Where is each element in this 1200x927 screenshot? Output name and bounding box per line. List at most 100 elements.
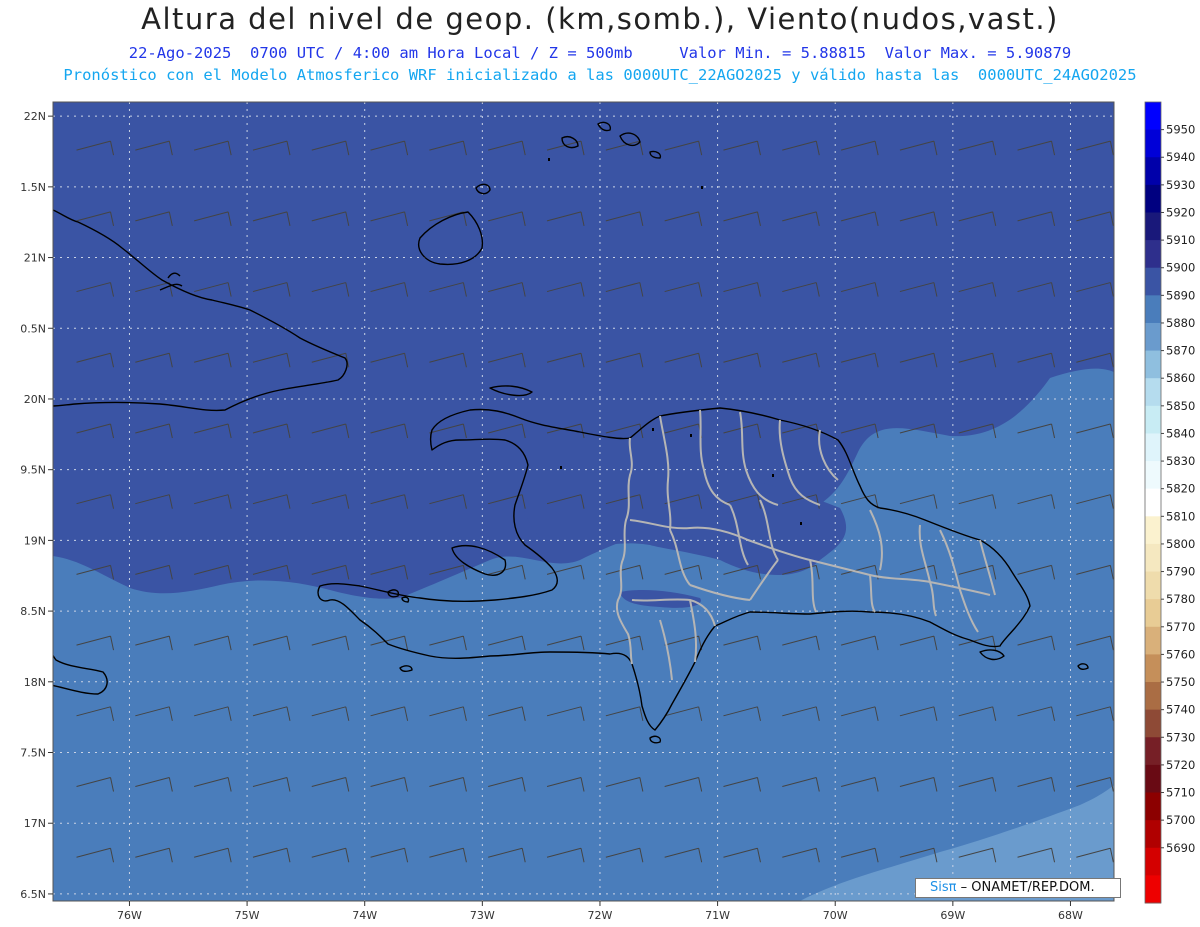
- colorbar-label: 5930: [1166, 178, 1195, 192]
- lon-tick-label: 74W: [352, 909, 377, 922]
- sispi-logo-text: Sisπ: [930, 880, 957, 895]
- lat-tick-label: 0.5N: [20, 322, 46, 335]
- colorbar-label: 5860: [1166, 371, 1195, 385]
- colorbar-swatch: [1145, 240, 1161, 269]
- colorbar-swatch: [1145, 488, 1161, 517]
- colorbar-swatch: [1145, 764, 1161, 794]
- colorbar-swatch: [1145, 792, 1161, 821]
- colorbar-swatch: [1145, 350, 1161, 379]
- colorbar-label: 5700: [1166, 813, 1195, 827]
- colorbar-label: 5810: [1166, 509, 1195, 523]
- credit-text: – ONAMET/REP.DOM.: [956, 880, 1095, 895]
- colorbar-label: 5910: [1166, 233, 1195, 247]
- wind-barb: [1018, 919, 1055, 927]
- colorbar-swatch: [1145, 682, 1161, 711]
- colorbar-swatch: [1145, 129, 1161, 158]
- colorbar-swatch: [1145, 599, 1161, 628]
- colorbar-label: 5800: [1166, 537, 1195, 551]
- colorbar-label: 5790: [1166, 565, 1195, 579]
- colorbar-swatch: [1145, 405, 1161, 434]
- colorbar-label: 5900: [1166, 261, 1195, 275]
- wind-barb-shaft: [77, 919, 114, 927]
- lon-tick-label: 73W: [470, 909, 495, 922]
- colorbar-swatch: [1145, 516, 1161, 545]
- lat-tick-label: 9.5N: [20, 464, 46, 477]
- isla-juventud-coastline: [53, 211, 54, 212]
- colorbar-label: 5710: [1166, 786, 1195, 800]
- wind-barb: [547, 919, 584, 927]
- map-plot-area: [53, 102, 1114, 927]
- lat-tick-label: 21N: [24, 252, 46, 265]
- colorbar-swatch: [1145, 295, 1161, 324]
- colorbar-label: 5690: [1166, 841, 1195, 855]
- wind-barb-shaft: [900, 919, 937, 927]
- colorbar-label: 5890: [1166, 288, 1195, 302]
- colorbar-label: 5730: [1166, 730, 1195, 744]
- colorbar-label: 5870: [1166, 344, 1195, 358]
- colorbar-swatch: [1145, 820, 1161, 849]
- colorbar-swatch: [1145, 543, 1161, 573]
- forecast-map: 22N 1.5N 21N 0.5N 20N 9.5N 19N 8.5N 18N 7.5N 17N 6.…: [20, 101, 1195, 927]
- colorbar-label: 5880: [1166, 316, 1195, 330]
- wind-barb-shaft: [194, 919, 231, 927]
- wind-barb: [429, 919, 466, 927]
- wind-barb-shaft: [547, 919, 584, 927]
- lat-tick-label: 18N: [24, 676, 46, 689]
- wind-barb: [782, 919, 819, 927]
- colorbar-swatch: [1145, 709, 1161, 738]
- colorbar-label: 5920: [1166, 205, 1195, 219]
- colorbar: 5950 5940 5930 5920 5910 5900 5890 5880 5870 5860…: [1144, 101, 1195, 904]
- lon-tick-label: 76W: [117, 909, 142, 922]
- colorbar-label: 5780: [1166, 592, 1195, 606]
- wind-barb-shaft: [1018, 919, 1055, 927]
- colorbar-swatch: [1145, 184, 1161, 213]
- lon-tick-label: 69W: [940, 909, 965, 922]
- lat-tick-label: 19N: [24, 534, 46, 547]
- colorbar-label: 5770: [1166, 620, 1195, 634]
- colorbar-swatch: [1145, 654, 1161, 683]
- colorbar-swatch: [1145, 378, 1161, 407]
- colorbar-swatch: [1145, 461, 1161, 490]
- lat-tick-label: 7.5N: [20, 747, 46, 760]
- lon-tick-label: 72W: [588, 909, 613, 922]
- colorbar-label: 5840: [1166, 426, 1195, 440]
- colorbar-label: 5740: [1166, 703, 1195, 717]
- colorbar-swatch: [1145, 157, 1161, 186]
- colorbar-swatch: [1145, 875, 1161, 904]
- colorbar-label: 5720: [1166, 758, 1195, 772]
- colorbar-label: 5850: [1166, 399, 1195, 413]
- colorbar-swatch: [1145, 847, 1161, 876]
- colorbar-swatch: [1145, 322, 1161, 352]
- colorbar-label: 5830: [1166, 454, 1195, 468]
- colorbar-swatch: [1145, 433, 1161, 462]
- lon-tick-label: 71W: [705, 909, 730, 922]
- wind-barb: [77, 919, 114, 927]
- lat-tick-label: 17N: [24, 817, 46, 830]
- lat-tick-label: 6.5N: [20, 888, 46, 901]
- colorbar-label: 5950: [1166, 123, 1195, 137]
- wind-barb: [665, 919, 702, 927]
- colorbar-label: 5820: [1166, 482, 1195, 496]
- lon-tick-label: 68W: [1058, 909, 1083, 922]
- wind-barb: [312, 919, 349, 927]
- wind-barb: [900, 919, 937, 927]
- lon-tick-label: 70W: [823, 909, 848, 922]
- colorbar-swatch: [1145, 626, 1161, 655]
- wind-barb-shaft: [665, 919, 702, 927]
- lat-tick-label: 1.5N: [20, 181, 46, 194]
- lat-tick-label: 8.5N: [20, 605, 46, 618]
- wind-barb-shaft: [312, 919, 349, 927]
- wind-barb-shaft: [429, 919, 466, 927]
- colorbar-swatch: [1145, 737, 1161, 766]
- wind-barb: [194, 919, 231, 927]
- lon-tick-label: 75W: [235, 909, 260, 922]
- credit-box: Sisπ – ONAMET/REP.DOM.: [915, 878, 1121, 898]
- colorbar-label: 5940: [1166, 150, 1195, 164]
- lat-tick-label: 20N: [24, 393, 46, 406]
- lat-tick-label: 22N: [24, 110, 46, 123]
- colorbar-swatch: [1145, 267, 1161, 296]
- colorbar-swatch: [1145, 571, 1161, 600]
- colorbar-label: 5750: [1166, 675, 1195, 689]
- wind-barb-shaft: [782, 919, 819, 927]
- colorbar-label: 5760: [1166, 647, 1195, 661]
